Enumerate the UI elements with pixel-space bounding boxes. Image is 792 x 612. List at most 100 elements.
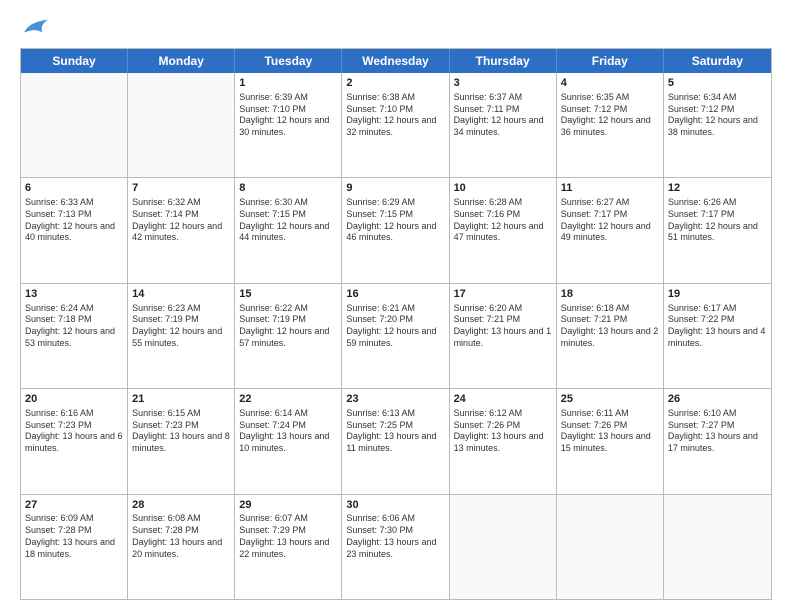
day-number: 24 xyxy=(454,392,552,407)
day-number: 21 xyxy=(132,392,230,407)
day-info: Sunrise: 6:27 AM Sunset: 7:17 PM Dayligh… xyxy=(561,197,659,244)
calendar-row-1: 6Sunrise: 6:33 AM Sunset: 7:13 PM Daylig… xyxy=(21,177,771,282)
day-number: 4 xyxy=(561,76,659,91)
empty-cell xyxy=(128,73,235,177)
day-number: 8 xyxy=(239,181,337,196)
day-info: Sunrise: 6:11 AM Sunset: 7:26 PM Dayligh… xyxy=(561,408,659,455)
day-number: 12 xyxy=(668,181,767,196)
day-of-week-sunday: Sunday xyxy=(21,49,128,73)
day-number: 30 xyxy=(346,498,444,513)
day-cell-6: 6Sunrise: 6:33 AM Sunset: 7:13 PM Daylig… xyxy=(21,178,128,282)
day-cell-27: 27Sunrise: 6:09 AM Sunset: 7:28 PM Dayli… xyxy=(21,495,128,599)
day-cell-8: 8Sunrise: 6:30 AM Sunset: 7:15 PM Daylig… xyxy=(235,178,342,282)
day-cell-4: 4Sunrise: 6:35 AM Sunset: 7:12 PM Daylig… xyxy=(557,73,664,177)
day-number: 5 xyxy=(668,76,767,91)
day-of-week-monday: Monday xyxy=(128,49,235,73)
day-cell-18: 18Sunrise: 6:18 AM Sunset: 7:21 PM Dayli… xyxy=(557,284,664,388)
empty-cell xyxy=(450,495,557,599)
day-number: 28 xyxy=(132,498,230,513)
day-info: Sunrise: 6:17 AM Sunset: 7:22 PM Dayligh… xyxy=(668,303,767,350)
day-info: Sunrise: 6:32 AM Sunset: 7:14 PM Dayligh… xyxy=(132,197,230,244)
day-number: 14 xyxy=(132,287,230,302)
day-number: 18 xyxy=(561,287,659,302)
day-info: Sunrise: 6:23 AM Sunset: 7:19 PM Dayligh… xyxy=(132,303,230,350)
day-info: Sunrise: 6:24 AM Sunset: 7:18 PM Dayligh… xyxy=(25,303,123,350)
day-cell-1: 1Sunrise: 6:39 AM Sunset: 7:10 PM Daylig… xyxy=(235,73,342,177)
day-cell-20: 20Sunrise: 6:16 AM Sunset: 7:23 PM Dayli… xyxy=(21,389,128,493)
day-info: Sunrise: 6:28 AM Sunset: 7:16 PM Dayligh… xyxy=(454,197,552,244)
day-cell-25: 25Sunrise: 6:11 AM Sunset: 7:26 PM Dayli… xyxy=(557,389,664,493)
day-info: Sunrise: 6:37 AM Sunset: 7:11 PM Dayligh… xyxy=(454,92,552,139)
day-of-week-wednesday: Wednesday xyxy=(342,49,449,73)
day-info: Sunrise: 6:12 AM Sunset: 7:26 PM Dayligh… xyxy=(454,408,552,455)
empty-cell xyxy=(664,495,771,599)
day-number: 2 xyxy=(346,76,444,91)
day-info: Sunrise: 6:20 AM Sunset: 7:21 PM Dayligh… xyxy=(454,303,552,350)
day-number: 6 xyxy=(25,181,123,196)
day-cell-14: 14Sunrise: 6:23 AM Sunset: 7:19 PM Dayli… xyxy=(128,284,235,388)
day-number: 10 xyxy=(454,181,552,196)
day-number: 1 xyxy=(239,76,337,91)
day-info: Sunrise: 6:26 AM Sunset: 7:17 PM Dayligh… xyxy=(668,197,767,244)
day-info: Sunrise: 6:15 AM Sunset: 7:23 PM Dayligh… xyxy=(132,408,230,455)
day-cell-21: 21Sunrise: 6:15 AM Sunset: 7:23 PM Dayli… xyxy=(128,389,235,493)
day-number: 20 xyxy=(25,392,123,407)
day-number: 7 xyxy=(132,181,230,196)
calendar-row-4: 27Sunrise: 6:09 AM Sunset: 7:28 PM Dayli… xyxy=(21,494,771,599)
day-number: 13 xyxy=(25,287,123,302)
day-info: Sunrise: 6:22 AM Sunset: 7:19 PM Dayligh… xyxy=(239,303,337,350)
day-info: Sunrise: 6:16 AM Sunset: 7:23 PM Dayligh… xyxy=(25,408,123,455)
day-info: Sunrise: 6:18 AM Sunset: 7:21 PM Dayligh… xyxy=(561,303,659,350)
empty-cell xyxy=(21,73,128,177)
day-info: Sunrise: 6:06 AM Sunset: 7:30 PM Dayligh… xyxy=(346,513,444,560)
calendar: SundayMondayTuesdayWednesdayThursdayFrid… xyxy=(20,48,772,600)
day-cell-29: 29Sunrise: 6:07 AM Sunset: 7:29 PM Dayli… xyxy=(235,495,342,599)
day-number: 29 xyxy=(239,498,337,513)
day-number: 23 xyxy=(346,392,444,407)
day-info: Sunrise: 6:13 AM Sunset: 7:25 PM Dayligh… xyxy=(346,408,444,455)
day-number: 16 xyxy=(346,287,444,302)
day-info: Sunrise: 6:39 AM Sunset: 7:10 PM Dayligh… xyxy=(239,92,337,139)
page: SundayMondayTuesdayWednesdayThursdayFrid… xyxy=(0,0,792,612)
day-number: 26 xyxy=(668,392,767,407)
day-number: 19 xyxy=(668,287,767,302)
calendar-body: 1Sunrise: 6:39 AM Sunset: 7:10 PM Daylig… xyxy=(21,73,771,599)
day-number: 25 xyxy=(561,392,659,407)
day-info: Sunrise: 6:29 AM Sunset: 7:15 PM Dayligh… xyxy=(346,197,444,244)
day-of-week-tuesday: Tuesday xyxy=(235,49,342,73)
day-number: 3 xyxy=(454,76,552,91)
day-info: Sunrise: 6:21 AM Sunset: 7:20 PM Dayligh… xyxy=(346,303,444,350)
day-cell-10: 10Sunrise: 6:28 AM Sunset: 7:16 PM Dayli… xyxy=(450,178,557,282)
day-cell-22: 22Sunrise: 6:14 AM Sunset: 7:24 PM Dayli… xyxy=(235,389,342,493)
day-info: Sunrise: 6:07 AM Sunset: 7:29 PM Dayligh… xyxy=(239,513,337,560)
day-of-week-friday: Friday xyxy=(557,49,664,73)
day-cell-13: 13Sunrise: 6:24 AM Sunset: 7:18 PM Dayli… xyxy=(21,284,128,388)
day-number: 27 xyxy=(25,498,123,513)
day-cell-16: 16Sunrise: 6:21 AM Sunset: 7:20 PM Dayli… xyxy=(342,284,449,388)
day-cell-23: 23Sunrise: 6:13 AM Sunset: 7:25 PM Dayli… xyxy=(342,389,449,493)
logo xyxy=(20,18,50,38)
day-number: 22 xyxy=(239,392,337,407)
header xyxy=(20,18,772,38)
empty-cell xyxy=(557,495,664,599)
day-cell-15: 15Sunrise: 6:22 AM Sunset: 7:19 PM Dayli… xyxy=(235,284,342,388)
day-cell-11: 11Sunrise: 6:27 AM Sunset: 7:17 PM Dayli… xyxy=(557,178,664,282)
day-cell-28: 28Sunrise: 6:08 AM Sunset: 7:28 PM Dayli… xyxy=(128,495,235,599)
day-cell-2: 2Sunrise: 6:38 AM Sunset: 7:10 PM Daylig… xyxy=(342,73,449,177)
day-cell-17: 17Sunrise: 6:20 AM Sunset: 7:21 PM Dayli… xyxy=(450,284,557,388)
day-cell-24: 24Sunrise: 6:12 AM Sunset: 7:26 PM Dayli… xyxy=(450,389,557,493)
day-cell-9: 9Sunrise: 6:29 AM Sunset: 7:15 PM Daylig… xyxy=(342,178,449,282)
day-info: Sunrise: 6:33 AM Sunset: 7:13 PM Dayligh… xyxy=(25,197,123,244)
day-of-week-thursday: Thursday xyxy=(450,49,557,73)
logo-bird-icon xyxy=(22,16,50,38)
day-info: Sunrise: 6:30 AM Sunset: 7:15 PM Dayligh… xyxy=(239,197,337,244)
day-info: Sunrise: 6:34 AM Sunset: 7:12 PM Dayligh… xyxy=(668,92,767,139)
day-cell-19: 19Sunrise: 6:17 AM Sunset: 7:22 PM Dayli… xyxy=(664,284,771,388)
calendar-row-3: 20Sunrise: 6:16 AM Sunset: 7:23 PM Dayli… xyxy=(21,388,771,493)
day-cell-12: 12Sunrise: 6:26 AM Sunset: 7:17 PM Dayli… xyxy=(664,178,771,282)
day-info: Sunrise: 6:35 AM Sunset: 7:12 PM Dayligh… xyxy=(561,92,659,139)
calendar-row-0: 1Sunrise: 6:39 AM Sunset: 7:10 PM Daylig… xyxy=(21,73,771,177)
day-info: Sunrise: 6:08 AM Sunset: 7:28 PM Dayligh… xyxy=(132,513,230,560)
day-cell-7: 7Sunrise: 6:32 AM Sunset: 7:14 PM Daylig… xyxy=(128,178,235,282)
day-info: Sunrise: 6:38 AM Sunset: 7:10 PM Dayligh… xyxy=(346,92,444,139)
